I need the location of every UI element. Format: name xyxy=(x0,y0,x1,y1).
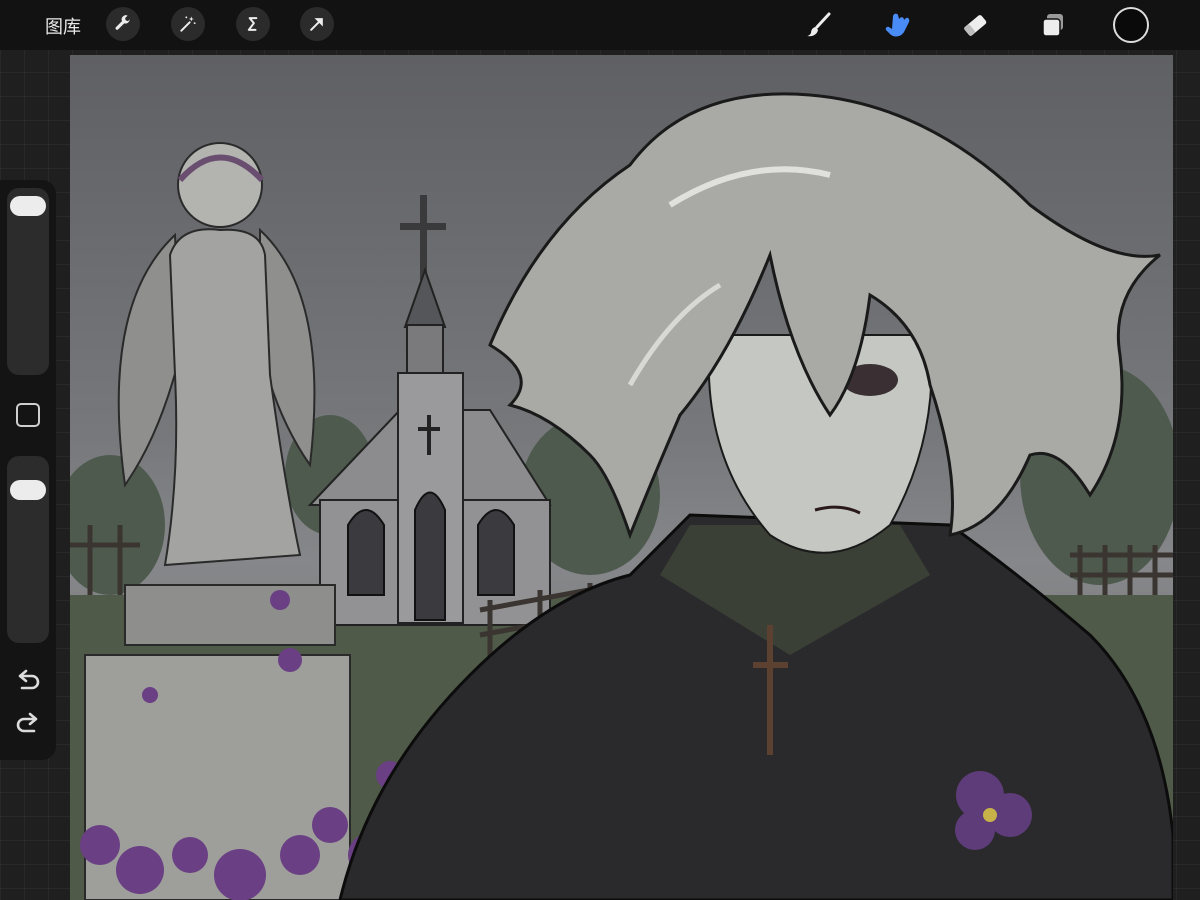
brush-size-thumb[interactable] xyxy=(10,195,46,216)
brush-icon xyxy=(807,12,831,37)
redo-icon[interactable] xyxy=(14,711,42,739)
transform-arrow-icon xyxy=(310,18,323,31)
color-picker-button[interactable] xyxy=(1113,7,1149,43)
opacity-thumb[interactable] xyxy=(10,479,46,500)
opacity-slider[interactable] xyxy=(7,456,49,643)
smudge-icon xyxy=(885,13,910,37)
selection-button[interactable] xyxy=(236,7,270,41)
paint-tool-button[interactable] xyxy=(800,6,838,44)
adjustments-button[interactable] xyxy=(171,7,205,41)
layers-button[interactable] xyxy=(1034,6,1072,44)
drawing-canvas[interactable] xyxy=(70,55,1173,900)
selection-icon xyxy=(247,17,258,31)
wrench-icon xyxy=(115,15,131,30)
actions-button[interactable] xyxy=(106,7,140,41)
modify-button[interactable] xyxy=(16,403,40,427)
church xyxy=(307,195,552,626)
eraser-icon xyxy=(964,15,987,36)
layers-icon xyxy=(1042,14,1063,37)
left-sidebar xyxy=(0,180,56,760)
magic-wand-icon xyxy=(180,16,196,32)
canvas-artwork xyxy=(70,92,1173,900)
gallery-button[interactable]: 图库 xyxy=(45,13,81,39)
transform-button[interactable] xyxy=(300,7,334,41)
brush-size-slider[interactable] xyxy=(7,188,49,375)
undo-icon[interactable] xyxy=(14,668,42,696)
eraser-tool-button[interactable] xyxy=(956,6,994,44)
smudge-tool-button[interactable] xyxy=(878,6,916,44)
top-toolbar: 图库 xyxy=(0,0,1200,50)
